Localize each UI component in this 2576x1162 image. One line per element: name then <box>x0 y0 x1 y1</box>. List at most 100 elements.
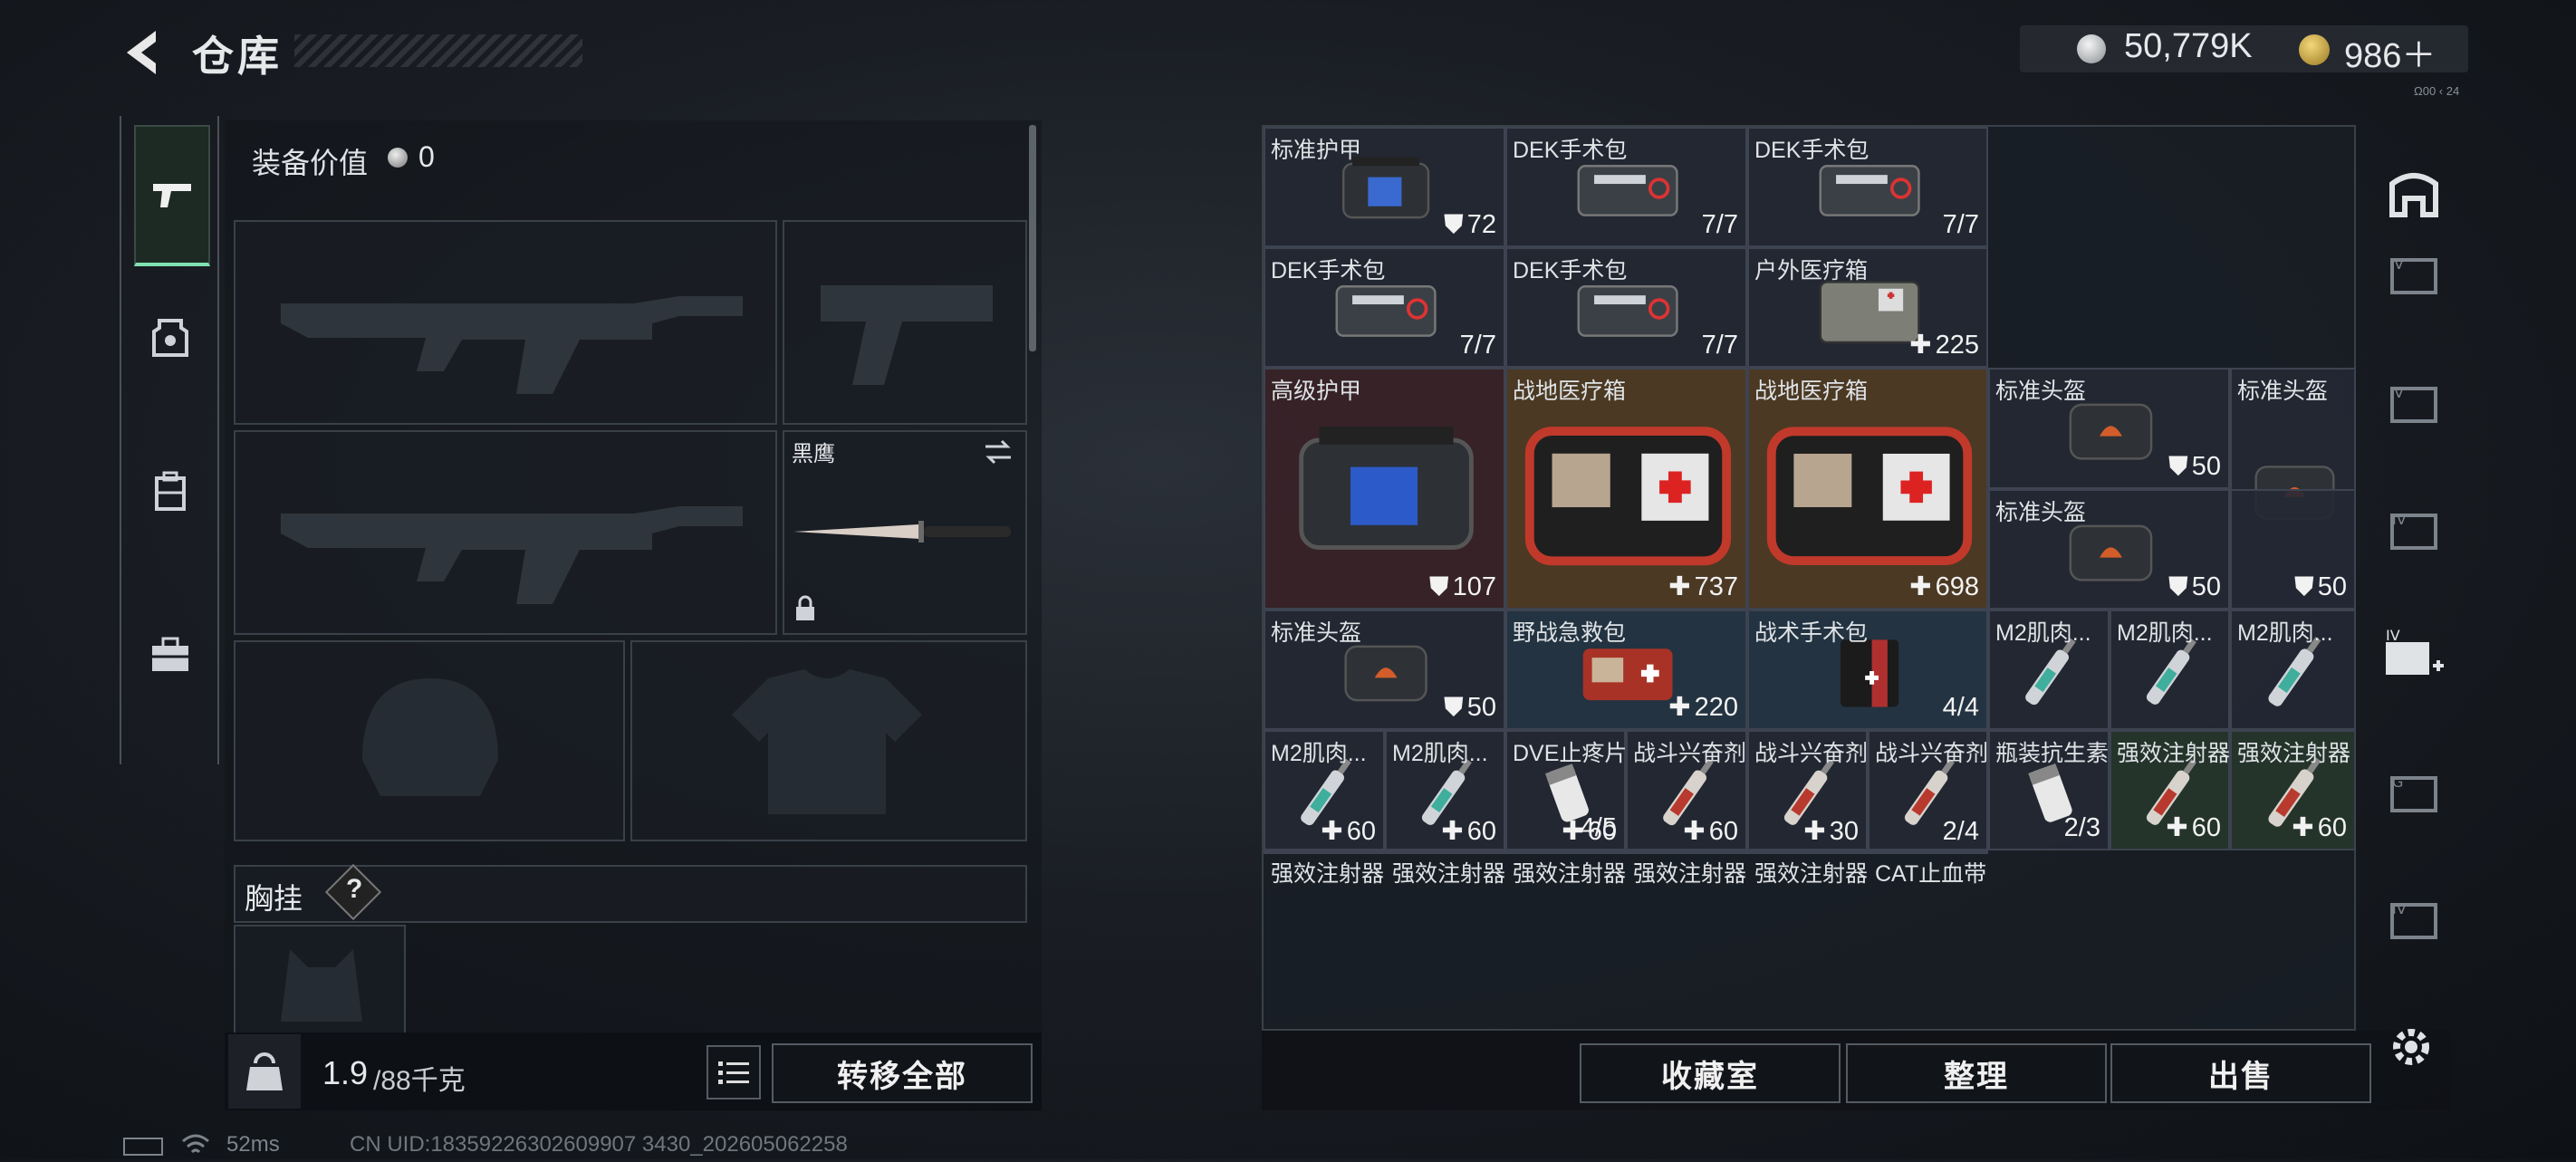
item-name: DEK手术包 <box>1754 138 1870 163</box>
stash-item[interactable]: 强效注射器 ✚ 60 <box>2230 730 2356 850</box>
stash-item[interactable]: 战地医疗箱 ✚ 698 <box>1747 368 1988 610</box>
item-value: ⛊ 50 <box>2168 452 2221 482</box>
body-armor-slot[interactable] <box>630 640 1027 841</box>
safe-icon <box>2389 173 2438 217</box>
item-value: 2/3 <box>2064 813 2100 843</box>
stash-item[interactable]: ⛊ 50 <box>2230 488 2356 610</box>
item-value-text: 737 <box>1694 572 1738 601</box>
primary-weapon-slot[interactable] <box>234 220 777 425</box>
item-name: 强效注射器 <box>2117 741 2231 766</box>
health-plus-icon: ✚ <box>1321 817 1343 846</box>
item-name: M2肌肉... <box>2117 620 2213 646</box>
list-view-button[interactable] <box>706 1045 761 1100</box>
collection-room-button[interactable]: 收藏室 <box>1580 1043 1841 1103</box>
tab-weapons[interactable] <box>134 125 210 266</box>
chest-rig-slot[interactable] <box>234 925 406 1037</box>
stash-item[interactable]: DEK手术包 7/7 <box>1505 247 1747 368</box>
item-name: CAT止血带 <box>1875 861 1987 887</box>
weight-max: /88千克 <box>373 1066 466 1096</box>
stash-item[interactable]: M2肌肉... <box>2110 610 2230 730</box>
stash-tab-4[interactable]: IV <box>2373 489 2455 571</box>
tab-toolbox[interactable] <box>134 587 207 723</box>
stash-item[interactable]: 战地医疗箱 ✚ 737 <box>1505 368 1747 610</box>
svg-text:IV: IV <box>2392 511 2407 528</box>
stash-item[interactable]: 标准头盔 ⛊ 50 <box>1264 610 1505 730</box>
stash-item[interactable]: DEK手术包 7/7 <box>1505 127 1747 247</box>
uid-text: CN UID:18359226302609907 3430_2026050622… <box>350 1132 848 1157</box>
stash-item[interactable]: 户外医疗箱 ✚ 225 <box>1747 247 1988 368</box>
item-value-text: 60 <box>1346 817 1376 846</box>
sidearm-slot[interactable] <box>783 220 1027 425</box>
equip-scrollbar[interactable] <box>1029 125 1036 351</box>
svg-text:IV: IV <box>2386 629 2400 644</box>
weight-current: 1.9 <box>322 1054 369 1091</box>
item-value: ✚ 220 <box>1668 691 1738 723</box>
health-plus-icon: ✚ <box>1909 572 1932 601</box>
item-value: ✚ 698 <box>1909 571 1979 602</box>
help-icon[interactable]: ? <box>346 874 362 905</box>
item-value: 7/7 <box>1702 210 1738 240</box>
stash-item[interactable]: 标准头盔 ⛊ 50 <box>1988 368 2230 489</box>
stash-tab-g[interactable]: G <box>2373 752 2455 833</box>
secondary-weapon-slot[interactable] <box>234 430 777 635</box>
health-plus-icon: ✚ <box>2166 813 2188 842</box>
stash-tab-4-add[interactable]: IV <box>2373 616 2455 697</box>
sort-button[interactable]: 整理 <box>1846 1043 2107 1103</box>
back-button[interactable] <box>120 25 165 80</box>
item-value: 2/4 <box>1943 817 1979 847</box>
stash-tab-5b[interactable]: V <box>2373 362 2455 444</box>
item-value: ✚ 60 <box>2292 811 2347 843</box>
stash-item[interactable]: 强效注射器 ✚ 60 <box>1385 817 1505 887</box>
item-value-text: 50 <box>2317 572 2347 601</box>
armor-bag-icon <box>1299 427 1474 551</box>
coin-icon <box>388 148 408 168</box>
transfer-all-button[interactable]: 转移全部 <box>772 1043 1033 1103</box>
item-value: ✚ 60 <box>1321 815 1376 847</box>
stash-item[interactable]: M2肌肉... <box>2230 610 2356 730</box>
stash-item[interactable]: 强效注射器 ✚ 30 <box>1747 817 1868 887</box>
stash-g-icon: G <box>2390 773 2437 812</box>
stash-item[interactable]: 强效注射器 ✚ 60 <box>1626 817 1747 887</box>
stash-item[interactable]: 标准护甲 ⛊ 72 <box>1264 127 1505 247</box>
stash-item[interactable]: 战术手术包 4/4 <box>1747 610 1988 730</box>
stash-item[interactable]: 野战急救包 ✚ 220 <box>1505 610 1747 730</box>
stash-tab-5[interactable]: V <box>2373 234 2455 315</box>
tab-armor[interactable] <box>134 270 207 406</box>
stash-item[interactable]: CAT止血带 2/4 <box>1868 817 1988 887</box>
settings-button[interactable] <box>2386 1022 2437 1077</box>
stash-item[interactable]: 标准头盔 ⛊ 50 <box>1988 488 2230 610</box>
item-value: ⛊ 50 <box>2168 572 2221 602</box>
first-aid-box-icon <box>1766 427 1973 566</box>
currency-premium[interactable]: 986＋ <box>2344 27 2436 77</box>
sell-button[interactable]: 出售 <box>2110 1043 2371 1103</box>
tab-backpack[interactable] <box>134 424 207 560</box>
swap-icon[interactable] <box>982 437 1014 466</box>
helmet-slot[interactable] <box>234 640 625 841</box>
stash-item[interactable]: 瓶装抗生素 2/3 <box>1988 730 2110 850</box>
item-value-text: 50 <box>2191 572 2221 601</box>
shield-icon: ⛊ <box>1443 693 1464 722</box>
health-plus-icon: ✚ <box>1668 572 1691 601</box>
stash-tab-4c[interactable]: IV <box>2373 879 2455 960</box>
stash-item[interactable]: 高级护甲 ⛊ 107 <box>1264 368 1505 610</box>
stash-item[interactable]: M2肌肉... <box>1988 610 2110 730</box>
stash-item[interactable]: 强效注射器 ✚ 60 <box>1505 817 1626 887</box>
item-value: ⛊ 50 <box>1444 693 1496 723</box>
chest-rig-header: 胸挂 ? <box>234 863 1027 923</box>
armor-icon <box>152 319 188 357</box>
currency-coins: 50,779K <box>2124 27 2253 65</box>
helmet-silhouette-icon <box>362 678 498 796</box>
stash-item[interactable]: DEK手术包 7/7 <box>1264 247 1505 368</box>
item-name: DEK手术包 <box>1513 258 1628 283</box>
melee-slot[interactable]: 黑鹰 <box>783 430 1027 635</box>
stash-item[interactable]: 强效注射器 ✚ 60 <box>1264 817 1385 887</box>
stash-item[interactable]: 强效注射器 ✚ 60 <box>2110 730 2230 850</box>
back-arrow-icon <box>127 31 156 74</box>
stash-iv-icon: IV <box>2390 511 2437 550</box>
equipment-tabs <box>120 116 219 764</box>
stash-item[interactable]: DEK手术包 7/7 <box>1747 127 1988 247</box>
stash-tab-main[interactable] <box>2373 152 2455 234</box>
equipment-panel: 装备价值 0 黑鹰 胸挂 ? <box>225 120 1042 1111</box>
item-value: 7/7 <box>1460 331 1496 360</box>
item-name: 强效注射器 <box>2237 741 2351 766</box>
